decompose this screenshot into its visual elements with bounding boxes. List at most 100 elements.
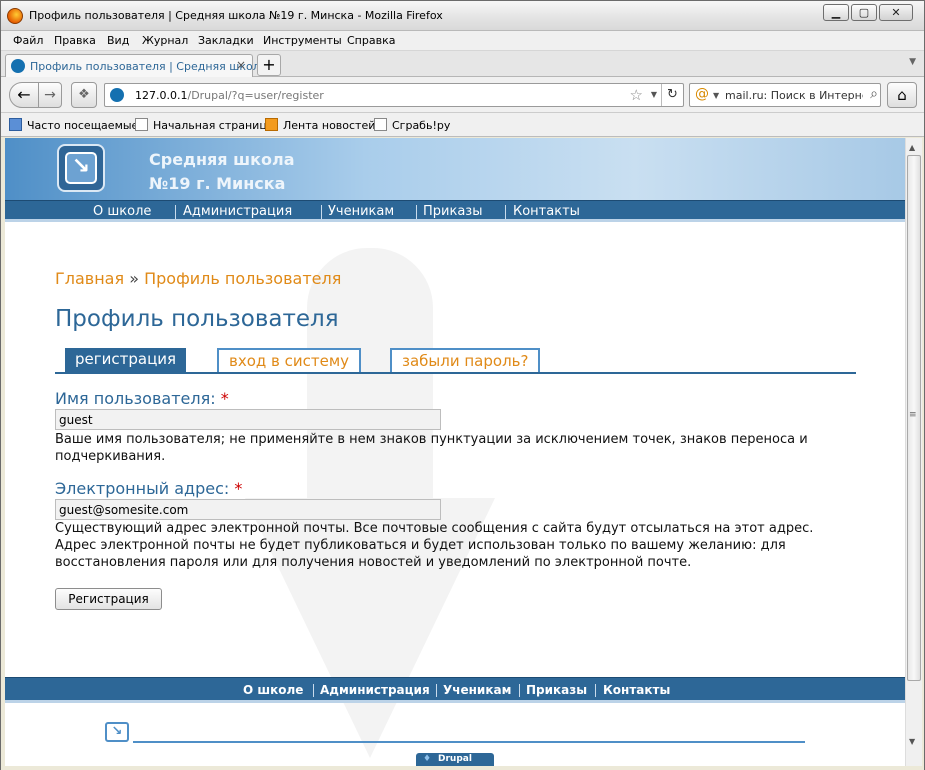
bookmark-most-visited[interactable]: Часто посещаемые: [9, 118, 138, 132]
nav-separator: [175, 205, 176, 219]
menu-bar: Файл Правка Вид Журнал Закладки Инструме…: [1, 31, 924, 51]
url-dropdown-icon[interactable]: ▼: [651, 90, 657, 99]
nav-separator: [416, 205, 417, 219]
search-bar[interactable]: @ ▼ mail.ru: Поиск в Интернете ⌕: [689, 83, 881, 107]
footer-divider: [133, 741, 805, 743]
menu-edit[interactable]: Правка: [54, 34, 96, 47]
new-tab-button[interactable]: +: [257, 54, 281, 76]
url-host: 127.0.0.1: [135, 89, 188, 102]
page-icon: [135, 118, 148, 131]
menu-file[interactable]: Файл: [13, 34, 43, 47]
url-text[interactable]: 127.0.0.1/Drupal/?q=user/register: [135, 89, 324, 102]
nav-separator: [321, 205, 322, 219]
nav-contacts[interactable]: Контакты: [513, 204, 580, 219]
nav-separator: [519, 684, 520, 697]
scroll-down-icon[interactable]: ▼: [909, 737, 915, 746]
search-engine-dropdown-icon[interactable]: ▼: [713, 91, 719, 100]
scrollbar-grip-icon: ≡: [909, 410, 917, 420]
window-bottom-border: [1, 766, 924, 770]
search-icon[interactable]: ⌕: [870, 86, 878, 102]
required-mark: *: [220, 389, 229, 408]
user-tabs: регистрация вход в систему забыли пароль…: [55, 348, 856, 374]
close-window-button[interactable]: ✕: [879, 4, 913, 21]
most-visited-icon: [9, 118, 22, 131]
breadcrumb-separator: »: [129, 269, 139, 288]
tab-register[interactable]: регистрация: [65, 348, 187, 372]
username-description: Ваше имя пользователя; не применяйте в н…: [55, 432, 808, 464]
nav-separator: [595, 684, 596, 697]
site-name[interactable]: Средняя школа №19 г. Минска: [149, 148, 295, 196]
nav-orders[interactable]: Приказы: [423, 204, 482, 219]
footer-nav-administration[interactable]: Администрация: [320, 683, 430, 697]
drupal-drop-icon: ♦: [422, 754, 432, 764]
footer-nav-orders[interactable]: Приказы: [526, 683, 587, 697]
search-engine-icon[interactable]: @: [695, 86, 709, 102]
tab-bar: Профиль пользователя | Средняя школа ...…: [1, 51, 924, 77]
url-bar[interactable]: 127.0.0.1/Drupal/?q=user/register ☆ ▼ ↻: [104, 83, 684, 107]
tab-forgot-password[interactable]: забыли пароль?: [390, 348, 541, 372]
rss-icon: [265, 118, 278, 131]
navigation-toolbar: ← → ❖ 127.0.0.1/Drupal/?q=user/register …: [1, 77, 924, 113]
email-input[interactable]: guest@somesite.com: [55, 499, 441, 520]
tab-login[interactable]: вход в систему: [217, 348, 362, 372]
username-label: Имя пользователя: *: [55, 389, 229, 408]
scroll-up-icon[interactable]: ▲: [909, 143, 915, 152]
tab-list-icon[interactable]: ▼: [909, 57, 916, 67]
firefox-icon: [7, 8, 23, 24]
required-mark: *: [234, 479, 243, 498]
search-input[interactable]: mail.ru: Поиск в Интернете: [725, 89, 863, 102]
home-button[interactable]: ⌂: [887, 82, 917, 108]
browser-window: Профиль пользователя | Средняя школа №19…: [0, 0, 925, 770]
vertical-scrollbar[interactable]: ▲ ≡ ▼: [905, 138, 922, 766]
page-icon: [374, 118, 387, 131]
breadcrumb: Главная » Профиль пользователя: [55, 269, 341, 288]
footer-nav-students[interactable]: Ученикам: [443, 683, 511, 697]
logo-arrow-icon: ↘: [65, 152, 97, 184]
drupal-favicon-icon: [11, 59, 25, 73]
nav-administration[interactable]: Администрация: [183, 204, 292, 219]
register-button[interactable]: Регистрация: [55, 588, 162, 610]
forward-button[interactable]: →: [38, 82, 62, 108]
breadcrumb-current[interactable]: Профиль пользователя: [144, 269, 341, 288]
breadcrumb-home[interactable]: Главная: [55, 269, 124, 288]
nav-separator: [313, 684, 314, 697]
menu-tools[interactable]: Инструменты: [263, 34, 342, 47]
site-logo[interactable]: ↘: [57, 144, 105, 192]
footer-logo-icon[interactable]: ↘: [105, 722, 129, 742]
page-title: Профиль пользователя: [55, 306, 339, 332]
nav-about[interactable]: О школе: [93, 204, 151, 219]
url-path: /Drupal/?q=user/register: [187, 89, 324, 102]
footer-nav-contacts[interactable]: Контакты: [603, 683, 670, 697]
menu-view[interactable]: Вид: [107, 34, 129, 47]
back-button[interactable]: ←: [9, 82, 39, 108]
reload-button[interactable]: ↻: [661, 84, 683, 106]
page-viewport: ↘ Средняя школа №19 г. Минска О школе Ад…: [5, 138, 905, 766]
minimize-button[interactable]: ▁: [823, 4, 849, 21]
menu-history[interactable]: Журнал: [142, 34, 188, 47]
site-identity-icon[interactable]: [110, 88, 124, 102]
window-title: Профиль пользователя | Средняя школа №19…: [29, 9, 443, 22]
primary-nav: О школе Администрация Ученикам Приказы К…: [5, 200, 905, 222]
title-bar: Профиль пользователя | Средняя школа №19…: [1, 1, 924, 31]
tab-close-icon[interactable]: ×: [236, 58, 246, 72]
username-input[interactable]: guest: [55, 409, 441, 430]
powered-by-drupal-badge[interactable]: ♦ Drupal: [416, 753, 494, 766]
bookmarks-toolbar: Часто посещаемые Начальная страница Лент…: [1, 113, 924, 137]
maximize-button[interactable]: ▢: [851, 4, 877, 21]
email-description: Существующий адрес электронной почты. Вс…: [55, 521, 814, 570]
nav-students[interactable]: Ученикам: [328, 204, 394, 219]
nav-separator: [436, 684, 437, 697]
browser-tab[interactable]: Профиль пользователя | Средняя школа ...…: [5, 54, 280, 77]
site-header: ↘ Средняя школа №19 г. Минска: [5, 138, 905, 200]
bookmark-news-feed[interactable]: Лента новостей: [265, 118, 375, 132]
email-label: Электронный адрес: *: [55, 479, 243, 498]
menu-bookmarks[interactable]: Закладки: [198, 34, 254, 47]
menu-help[interactable]: Справка: [347, 34, 395, 47]
bookmark-start-page[interactable]: Начальная страница: [135, 118, 274, 132]
bookmark-sgrab[interactable]: Сграбь!ру: [374, 118, 450, 132]
footer-nav-about[interactable]: О школе: [243, 683, 303, 697]
footer-nav: О школе Администрация Ученикам Приказы К…: [5, 677, 905, 703]
nav-separator: [505, 205, 506, 219]
extension-button[interactable]: ❖: [71, 82, 97, 108]
bookmark-star-icon[interactable]: ☆: [630, 86, 643, 104]
